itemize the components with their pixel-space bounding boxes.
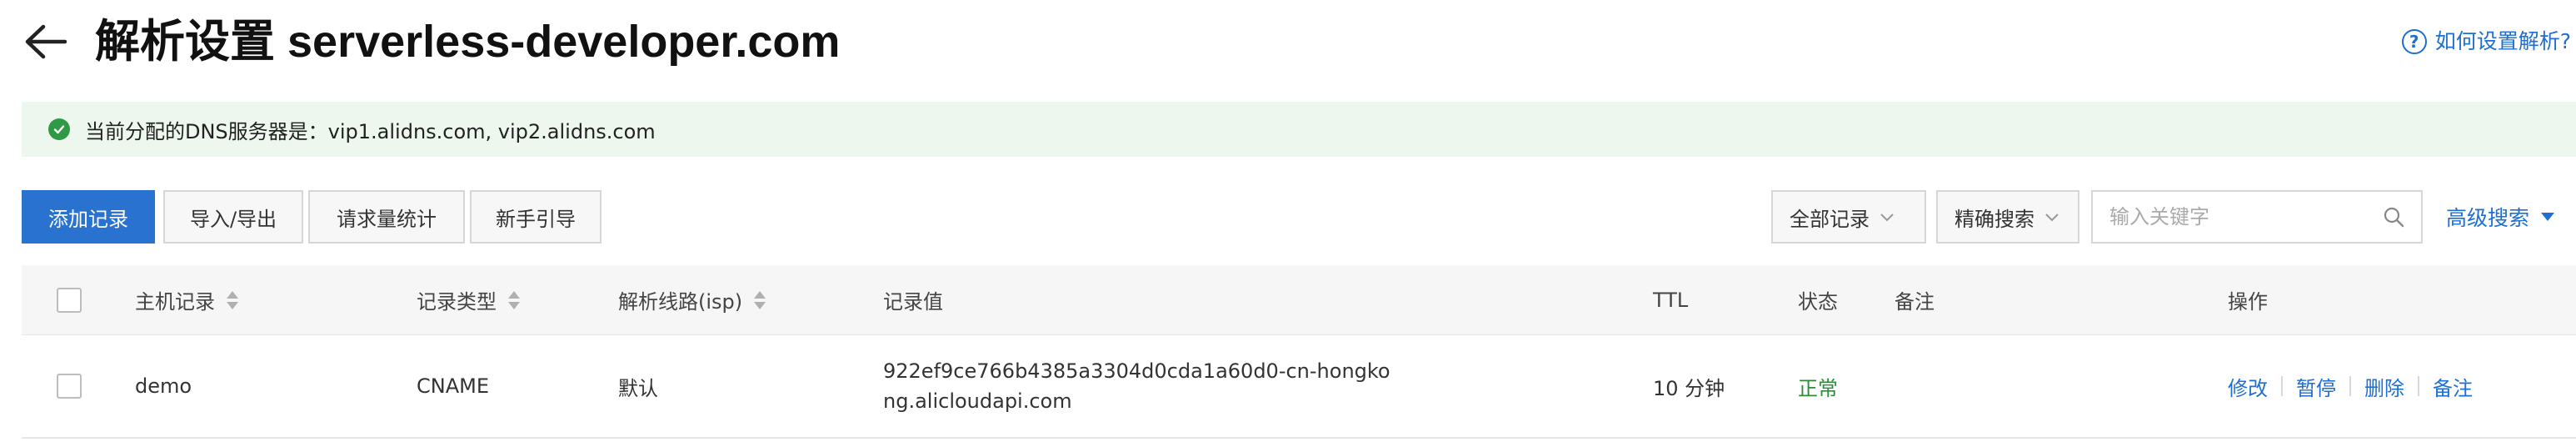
chevron-down-icon xyxy=(1880,213,1894,222)
notice-text: 当前分配的DNS服务器是：vip1.alidns.com, vip2.alidn… xyxy=(85,119,656,143)
help-link[interactable]: ? 如何设置解析? xyxy=(2401,25,2571,58)
col-type: 记录类型 xyxy=(417,265,520,334)
arrow-left-icon xyxy=(25,24,67,59)
select-all-checkbox[interactable] xyxy=(57,287,82,313)
question-icon: ? xyxy=(2401,29,2427,54)
page-header: 解析设置 serverless-developer.com ? 如何设置解析? xyxy=(0,0,2576,92)
search-mode-value: 精确搜索 xyxy=(1954,207,2034,231)
col-actions: 操作 xyxy=(2228,290,2268,314)
value-line-1: 922ef9ce766b4385a3304d0cda1a60d0-cn-hong… xyxy=(883,359,1390,383)
host-cell: demo xyxy=(135,374,192,398)
record-filter-select[interactable]: 全部记录 xyxy=(1771,190,1926,244)
actions-cell: 修改 暂停 删除 备注 xyxy=(2228,335,2473,437)
sort-icon[interactable] xyxy=(227,290,238,309)
beginner-guide-button[interactable]: 新手引导 xyxy=(470,190,602,244)
edit-link[interactable]: 修改 xyxy=(2228,372,2268,401)
value-cell: 922ef9ce766b4385a3304d0cda1a60d0-cn-hong… xyxy=(883,335,1390,437)
type-cell: CNAME xyxy=(417,374,489,398)
search-icon[interactable] xyxy=(2383,206,2404,228)
divider xyxy=(2418,376,2419,396)
chevron-down-icon xyxy=(2045,213,2059,222)
line-cell: 默认 xyxy=(618,376,658,400)
delete-link[interactable]: 删除 xyxy=(2364,372,2404,401)
add-record-button[interactable]: 添加记录 xyxy=(22,190,155,244)
help-link-label: 如何设置解析? xyxy=(2434,29,2571,53)
caret-down-icon xyxy=(2541,213,2555,221)
search-box xyxy=(2091,190,2423,244)
sort-icon[interactable] xyxy=(754,290,766,309)
col-remark: 备注 xyxy=(1895,290,1934,314)
dns-records-table: 主机记录 记录类型 解析线路(isp) 记录值 TTL 状态 备注 操作 dem… xyxy=(22,265,2576,439)
table-header: 主机记录 记录类型 解析线路(isp) 记录值 TTL 状态 备注 操作 xyxy=(22,265,2576,335)
col-host-label: 主机记录 xyxy=(135,290,215,314)
remark-link[interactable]: 备注 xyxy=(2433,372,2473,401)
toolbar: 添加记录 导入/导出 请求量统计 新手引导 全部记录 精确搜索 高级搜索 xyxy=(22,190,2576,244)
search-mode-select[interactable]: 精确搜索 xyxy=(1936,190,2079,244)
request-stats-button[interactable]: 请求量统计 xyxy=(308,190,465,244)
col-line-label: 解析线路(isp) xyxy=(618,290,743,314)
advanced-search-label: 高级搜索 xyxy=(2446,206,2530,230)
select-all-cell xyxy=(57,265,82,334)
import-export-button[interactable]: 导入/导出 xyxy=(163,190,303,244)
back-button[interactable] xyxy=(22,18,68,65)
check-circle-icon xyxy=(48,118,70,140)
ttl-cell: 10 分钟 xyxy=(1653,376,1725,400)
status-cell: 正常 xyxy=(1798,376,1838,400)
row-checkbox[interactable] xyxy=(57,374,82,399)
record-filter-value: 全部记录 xyxy=(1790,207,1870,231)
search-input[interactable] xyxy=(2109,205,2359,229)
dns-server-notice: 当前分配的DNS服务器是：vip1.alidns.com, vip2.alidn… xyxy=(22,102,2576,157)
divider xyxy=(2281,376,2283,396)
col-type-label: 记录类型 xyxy=(417,290,497,314)
row-select-cell xyxy=(57,335,82,437)
col-ttl: TTL xyxy=(1653,288,1689,312)
pause-link[interactable]: 暂停 xyxy=(2296,372,2336,401)
col-status: 状态 xyxy=(1798,290,1838,314)
col-line: 解析线路(isp) xyxy=(618,265,766,334)
value-line-2: ng.alicloudapi.com xyxy=(883,389,1072,413)
table-row: demo CNAME 默认 922ef9ce766b4385a3304d0cda… xyxy=(22,335,2576,439)
divider xyxy=(2349,376,2351,396)
col-value: 记录值 xyxy=(883,290,943,314)
col-host: 主机记录 xyxy=(135,265,238,334)
sort-icon[interactable] xyxy=(508,290,520,309)
advanced-search-button[interactable]: 高级搜索 xyxy=(2446,190,2555,244)
page-title: 解析设置 serverless-developer.com xyxy=(95,17,841,67)
